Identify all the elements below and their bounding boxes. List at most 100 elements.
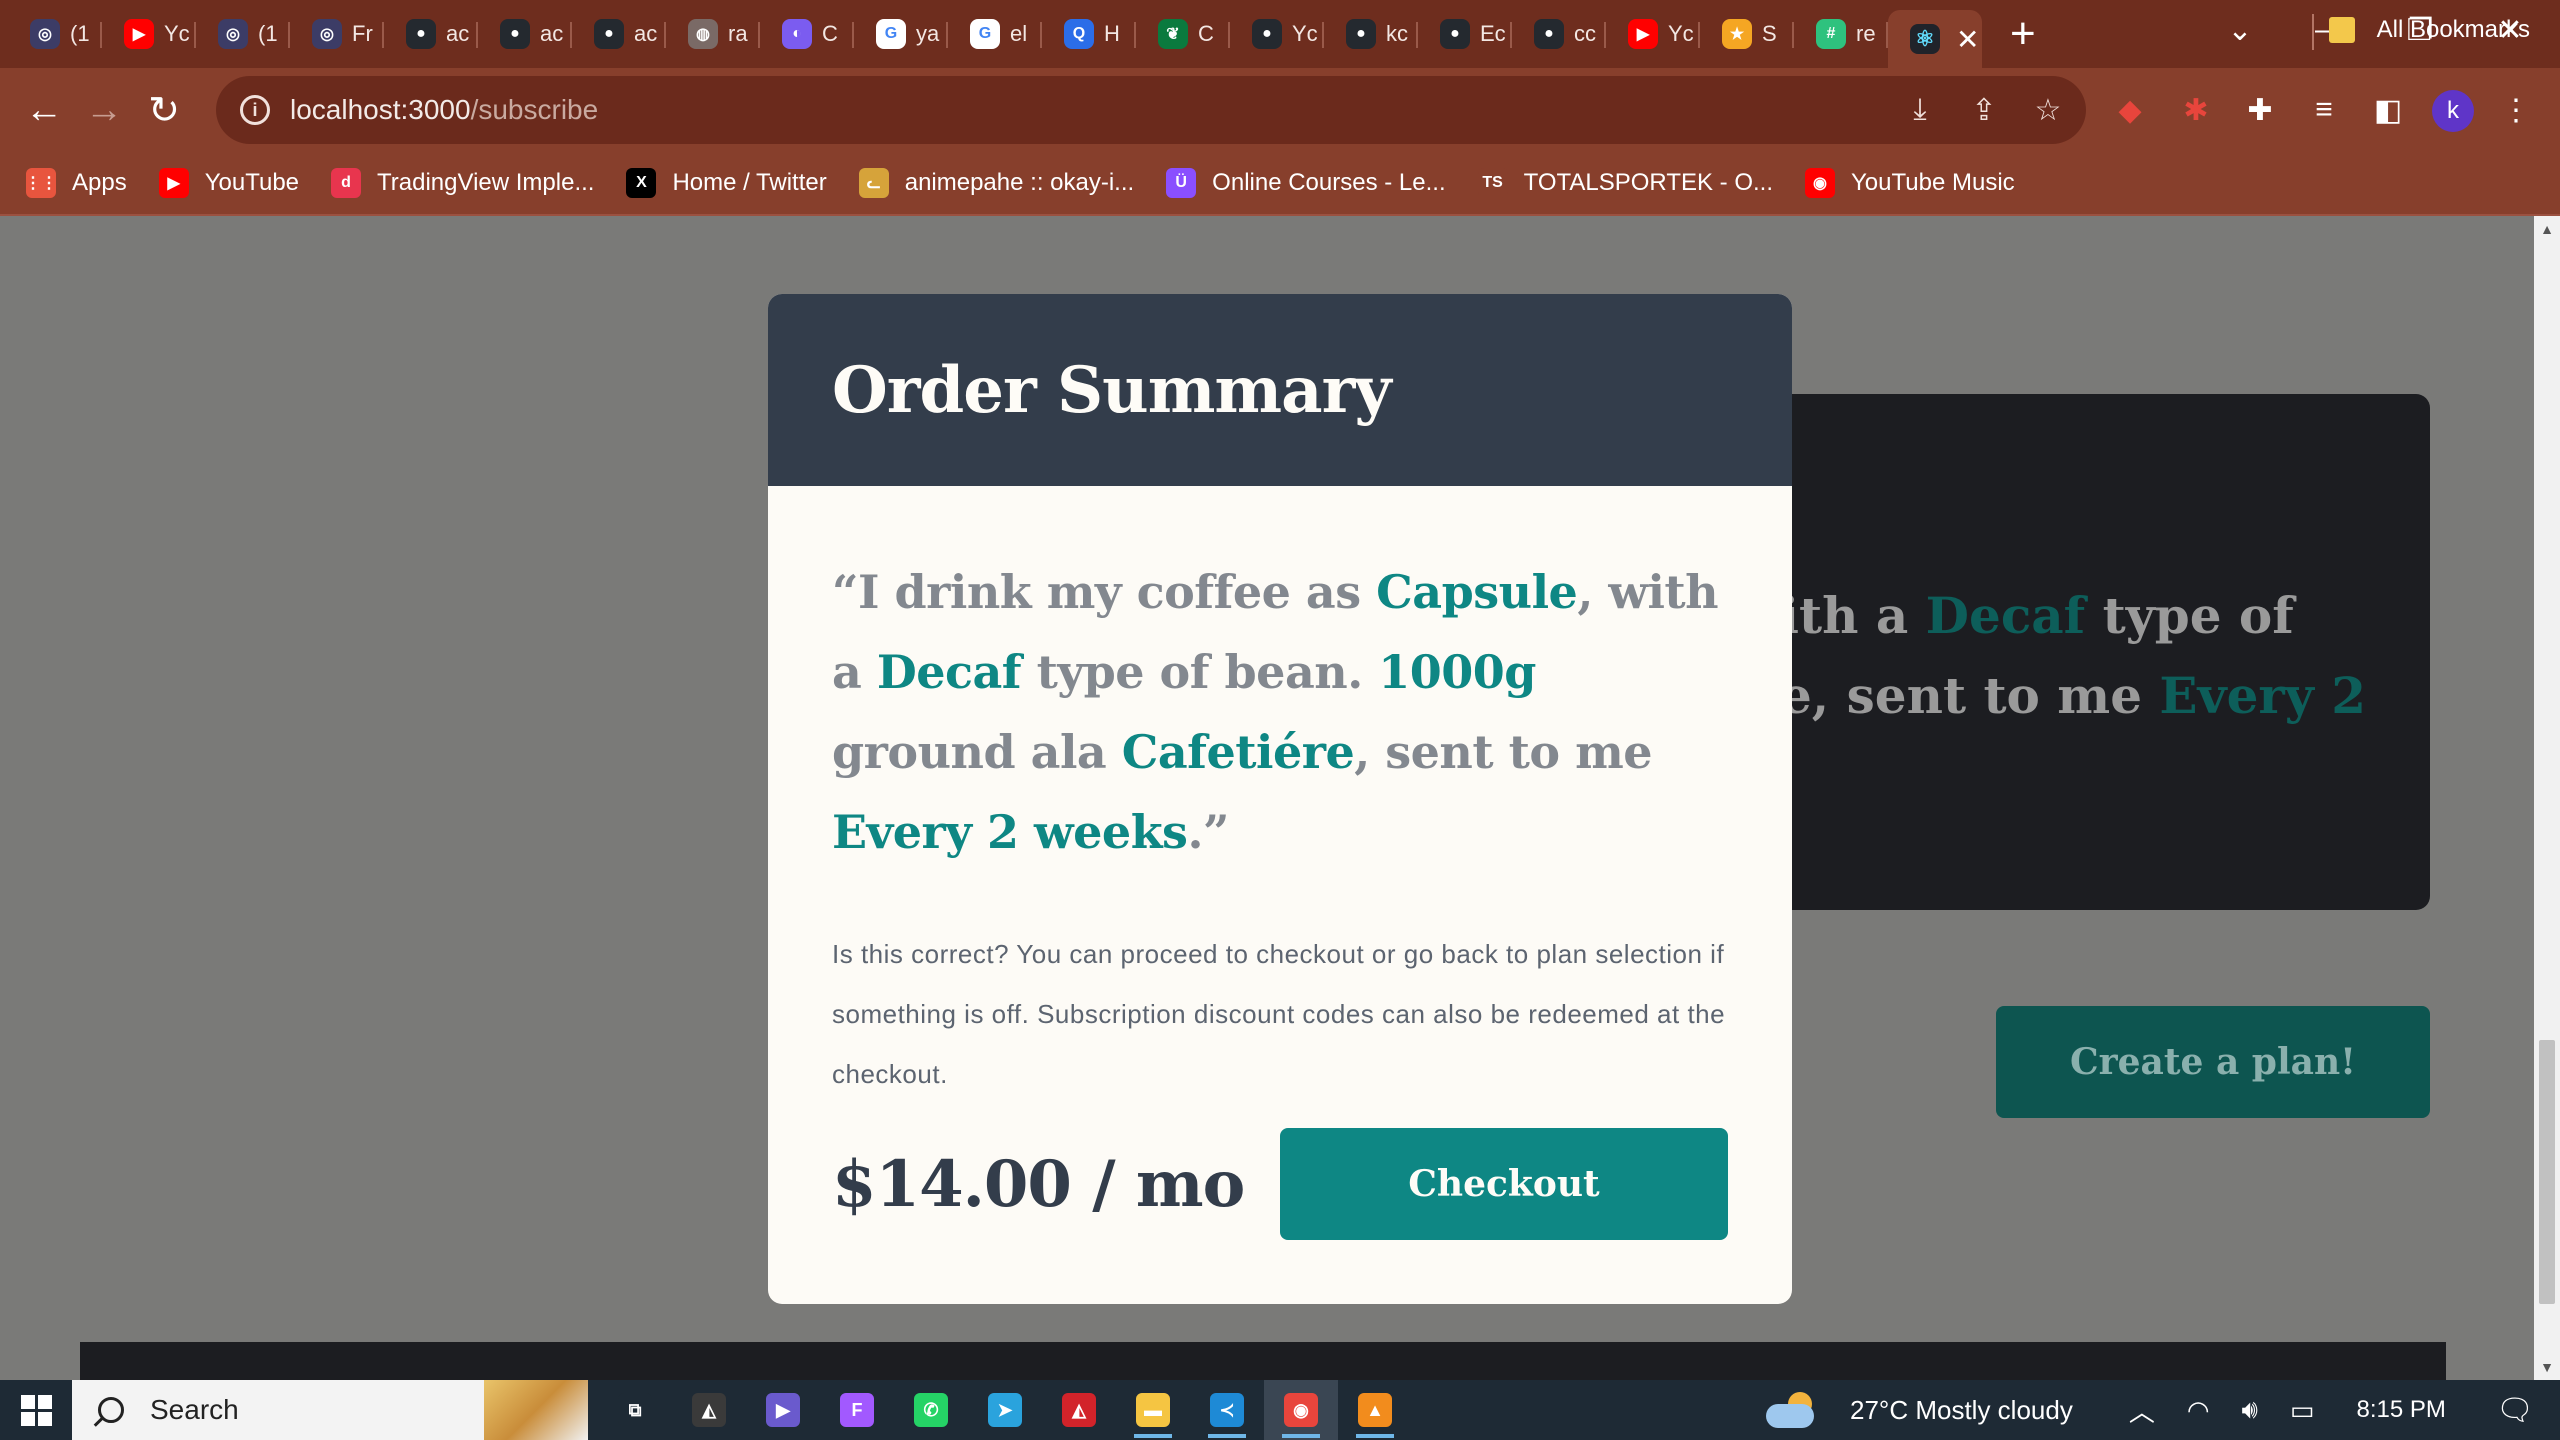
taskbar-app[interactable]: ✆ — [894, 1380, 968, 1440]
taskbar-search[interactable]: Search — [72, 1380, 588, 1440]
bookmark-item[interactable]: ⋮⋮ Apps — [25, 168, 127, 198]
weather-cloudy-icon[interactable] — [1766, 1390, 1818, 1430]
side-panel-icon[interactable]: ◧ — [2368, 90, 2408, 130]
quote-text: ground ala — [832, 725, 1122, 779]
browser-tab[interactable]: ▶ Yc — [102, 10, 196, 58]
taskbar-app[interactable]: ➤ — [968, 1380, 1042, 1440]
browser-tab[interactable]: ▶ Yc — [1606, 10, 1700, 58]
checkout-button[interactable]: Checkout — [1280, 1128, 1728, 1240]
browser-tab[interactable]: ◎ Fr — [290, 10, 384, 58]
github-icon: ● — [406, 19, 436, 49]
order-summary-modal: Order Summary “I drink my coffee as Caps… — [768, 294, 1792, 1304]
tab-strip: ◎ (1 ▶ Yc ◎ (1 ◎ Fr ● ac ● ac ● ac ◍ ra ◐ C Gya Gel Q H ❦ C ● Yc ●… — [0, 0, 2560, 68]
new-tab-button[interactable]: + — [2010, 9, 2036, 59]
scroll-thumb[interactable] — [2539, 1040, 2555, 1304]
browser-tab[interactable]: ◐ C — [760, 10, 854, 58]
search-icon — [98, 1397, 124, 1423]
close-tab-icon[interactable]: ✕ — [1956, 23, 1979, 56]
profile-avatar[interactable]: k — [2432, 90, 2474, 132]
page-footer — [80, 1342, 2446, 1380]
browser-tab[interactable]: # re — [1794, 10, 1888, 58]
tab-label: ac — [634, 21, 658, 46]
browser-tab[interactable]: ★ S — [1700, 10, 1794, 58]
wifi-icon[interactable]: ◠ — [2187, 1395, 2210, 1426]
bookmark-label: animepahe :: okay-i... — [904, 169, 1135, 196]
cat-icon: ᓚ — [858, 168, 889, 198]
battery-icon[interactable]: ▭ — [2290, 1395, 2315, 1426]
bookmark-item[interactable]: ᓚ animepahe :: okay-i... — [858, 168, 1135, 198]
address-bar[interactable]: i localhost:3000/subscribe ⤓ ⇪ ☆ — [216, 76, 2086, 144]
taskbar-app[interactable]: ▲ — [1338, 1380, 1412, 1440]
bookmark-item[interactable]: X Home / Twitter — [626, 168, 827, 198]
bookmark-item[interactable]: Ü Online Courses - Le... — [1166, 168, 1446, 198]
bookmark-label: TOTALSPORTEK - O... — [1523, 169, 1773, 196]
extension-icon[interactable]: ✱ — [2176, 90, 2216, 130]
github-icon: ● — [1346, 19, 1376, 49]
tab-label: H — [1104, 21, 1120, 46]
browser-tab[interactable]: ◎ (1 — [8, 10, 102, 58]
forward-icon[interactable]: → — [74, 80, 134, 140]
taskbar-app[interactable]: ◉ — [1264, 1380, 1338, 1440]
browser-tab[interactable]: ● ac — [384, 10, 478, 58]
bg-text-highlight: Decaf — [1925, 586, 2086, 645]
install-app-icon[interactable]: ⤓ — [1900, 90, 1940, 130]
taskbar-app[interactable]: ◭ — [672, 1380, 746, 1440]
scroll-down-icon[interactable]: ▼ — [2534, 1354, 2560, 1380]
react-icon: ⚛ — [1910, 24, 1940, 54]
taskbar-app[interactable]: ▶ — [746, 1380, 820, 1440]
browser-tab[interactable]: ● ac — [478, 10, 572, 58]
browser-tab[interactable]: Gya — [854, 10, 948, 58]
scroll-up-icon[interactable]: ▲ — [2534, 216, 2560, 242]
extensions-puzzle-icon[interactable]: ✚ — [2240, 90, 2280, 130]
clock-time[interactable]: 8:15 PM — [2357, 1396, 2446, 1424]
google-icon: G — [876, 19, 906, 49]
menu-kebab-icon[interactable]: ⋮ — [2496, 90, 2536, 130]
browser-tab[interactable]: ● ac — [572, 10, 666, 58]
all-bookmarks-button[interactable]: All Bookmarks — [2328, 16, 2530, 44]
browser-tab[interactable]: ❦ C — [1136, 10, 1230, 58]
start-button[interactable] — [0, 1380, 72, 1440]
tab-label: re — [1856, 21, 1876, 46]
media-control-icon[interactable]: ≡ — [2304, 90, 2344, 130]
bookmark-item[interactable]: TS TOTALSPORTEK - O... — [1477, 168, 1773, 198]
browser-tab[interactable]: ● Yc — [1230, 10, 1324, 58]
bg-text-part: e, sent to me — [1780, 666, 2160, 725]
url-host: localhost:3000 — [290, 94, 471, 125]
quote-text: .” — [1187, 805, 1229, 859]
order-description: Is this correct? You can proceed to chec… — [832, 939, 1726, 1089]
active-browser-tab[interactable]: ⚛ ✕ — [1888, 10, 1982, 68]
bookmark-star-icon[interactable]: ☆ — [2028, 90, 2068, 130]
vlc-icon: ▲ — [1358, 1393, 1392, 1427]
browser-tab[interactable]: Gel — [948, 10, 1042, 58]
tray-overflow-icon[interactable]: ︿ — [2129, 1392, 2155, 1429]
app-icon: ◐ — [782, 19, 812, 49]
tab-search-icon[interactable]: ⌄ — [2200, 0, 2280, 60]
taskbar-app[interactable]: ⧉ — [598, 1380, 672, 1440]
browser-tab[interactable]: ● Ec — [1418, 10, 1512, 58]
weather-text[interactable]: 27°C Mostly cloudy — [1850, 1395, 2073, 1426]
taskbar-app[interactable]: ≺ — [1190, 1380, 1264, 1440]
browser-tab[interactable]: ◎ (1 — [196, 10, 290, 58]
bookmark-item[interactable]: d TradingView Imple... — [331, 168, 594, 198]
url-text[interactable]: localhost:3000/subscribe — [290, 94, 598, 126]
share-icon[interactable]: ⇪ — [1964, 90, 2004, 130]
page-scrollbar[interactable]: ▲ ▼ — [2534, 216, 2560, 1380]
volume-icon[interactable]: 🔊︎ — [2242, 1394, 2258, 1426]
notifications-icon[interactable]: 🗨︎ — [2496, 1393, 2534, 1428]
taskbar-app[interactable]: F — [820, 1380, 894, 1440]
create-plan-button[interactable]: Create a plan! — [1996, 1006, 2430, 1118]
taskbar-app[interactable]: ▬ — [1116, 1380, 1190, 1440]
back-icon[interactable]: ← — [14, 80, 74, 140]
reload-icon[interactable]: ↻ — [134, 80, 194, 140]
q-icon: Q — [1064, 19, 1094, 49]
pocket-extension-icon[interactable]: ◆ — [2110, 90, 2150, 130]
taskbar-apps: ⧉ ◭ ▶ F ✆ ➤ ◭ ▬ ≺ ◉ ▲ — [598, 1380, 1412, 1440]
browser-tab[interactable]: ● kc — [1324, 10, 1418, 58]
browser-tab[interactable]: ◍ ra — [666, 10, 760, 58]
site-info-icon[interactable]: i — [240, 95, 270, 125]
browser-tab[interactable]: QH — [1042, 10, 1136, 58]
taskbar-app[interactable]: ◭ — [1042, 1380, 1116, 1440]
bookmark-item[interactable]: ▶ YouTube — [158, 168, 299, 198]
browser-tab[interactable]: ● cc — [1512, 10, 1606, 58]
bookmark-item[interactable]: ◉ YouTube Music — [1805, 168, 2015, 198]
